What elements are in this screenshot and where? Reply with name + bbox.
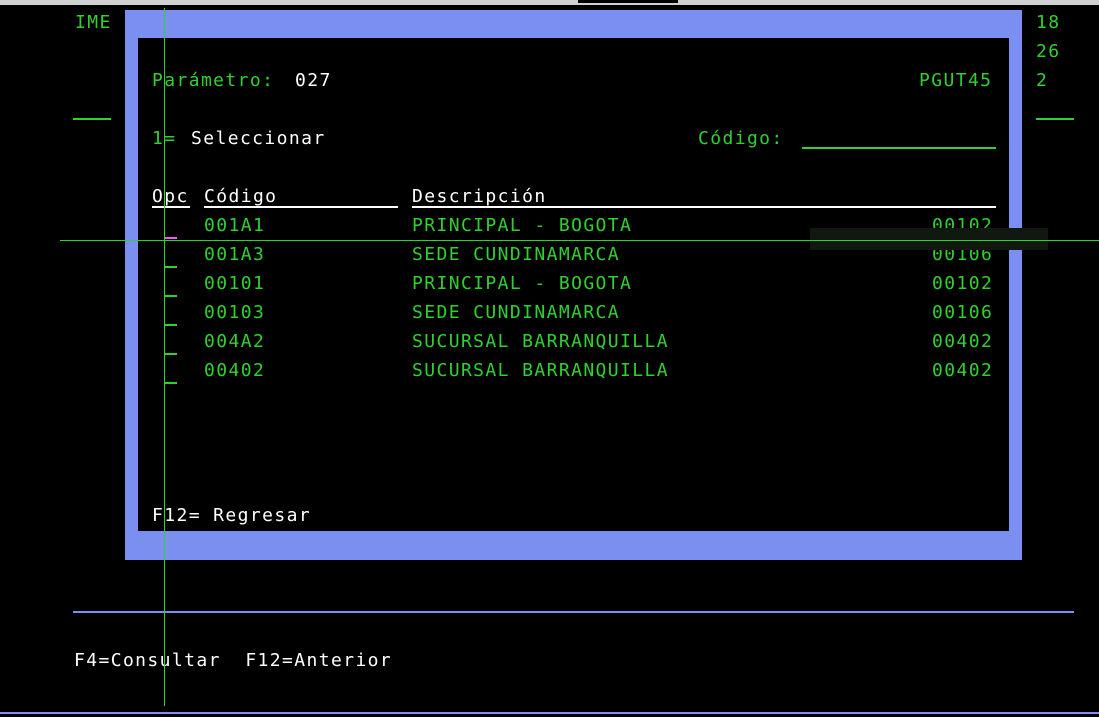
crosshair-vertical-line [164,8,165,706]
code-filter-label: Código: [698,128,784,149]
background-input-field-right[interactable] [1036,118,1074,120]
crosshair-horizontal-line [60,240,1099,241]
row-option-input[interactable] [165,353,177,355]
row-codigo: 001A1 [204,215,266,236]
screen-bottom-border [0,712,1099,714]
row-codigo: 001A3 [204,244,266,265]
popup-function-key-f12[interactable]: F12= Regresar [152,505,311,527]
column-header-codigo: Código [204,186,278,207]
row-valor: 00402 [932,360,994,381]
column-header-opc: Opc [152,186,189,207]
background-header-text: IME [75,12,112,33]
background-right-number-2: 26 [1036,41,1061,62]
row-option-input[interactable] [165,324,177,326]
row-descripcion: PRINCIPAL - BOGOTA [412,215,633,236]
row-valor: 00102 [932,273,994,294]
faded-tooltip-overlay [810,228,1048,250]
row-descripcion: SEDE CUNDINAMARCA [412,302,621,323]
program-id: PGUT45 [919,70,993,91]
row-option-input[interactable] [165,266,177,268]
parameter-value: 027 [295,70,332,91]
row-valor: 00106 [932,302,994,323]
background-right-number-1: 18 [1036,12,1061,33]
row-option-input[interactable] [165,382,177,384]
row-option-input[interactable] [165,237,177,239]
function-key-separator [73,611,1074,613]
background-right-number-3: 2 [1036,70,1049,91]
background-input-field-left[interactable] [73,118,111,120]
code-filter-input[interactable] [802,147,996,149]
row-option-input[interactable] [165,295,177,297]
column-header-codigo-underline [204,206,398,208]
row-descripcion: SUCURSAL BARRANQUILLA [412,331,669,352]
background-function-keys[interactable]: F4=Consultar F12=Anterior [74,650,392,672]
option-hint-text: Seleccionar [191,128,326,149]
row-codigo: 004A2 [204,331,266,352]
row-codigo: 00402 [204,360,266,381]
row-descripcion: SUCURSAL BARRANQUILLA [412,360,669,381]
column-header-descripcion: Descripción [412,186,547,207]
row-valor: 00402 [932,331,994,352]
column-header-opc-underline [152,206,190,208]
row-codigo: 00101 [204,273,266,294]
row-codigo: 00103 [204,302,266,323]
row-descripcion: PRINCIPAL - BOGOTA [412,273,633,294]
window-top-tab [578,0,678,3]
row-descripcion: SEDE CUNDINAMARCA [412,244,621,265]
column-header-descripcion-underline [412,206,996,208]
window-top-strip [0,0,1099,5]
parameter-label: Parámetro: [152,70,275,91]
